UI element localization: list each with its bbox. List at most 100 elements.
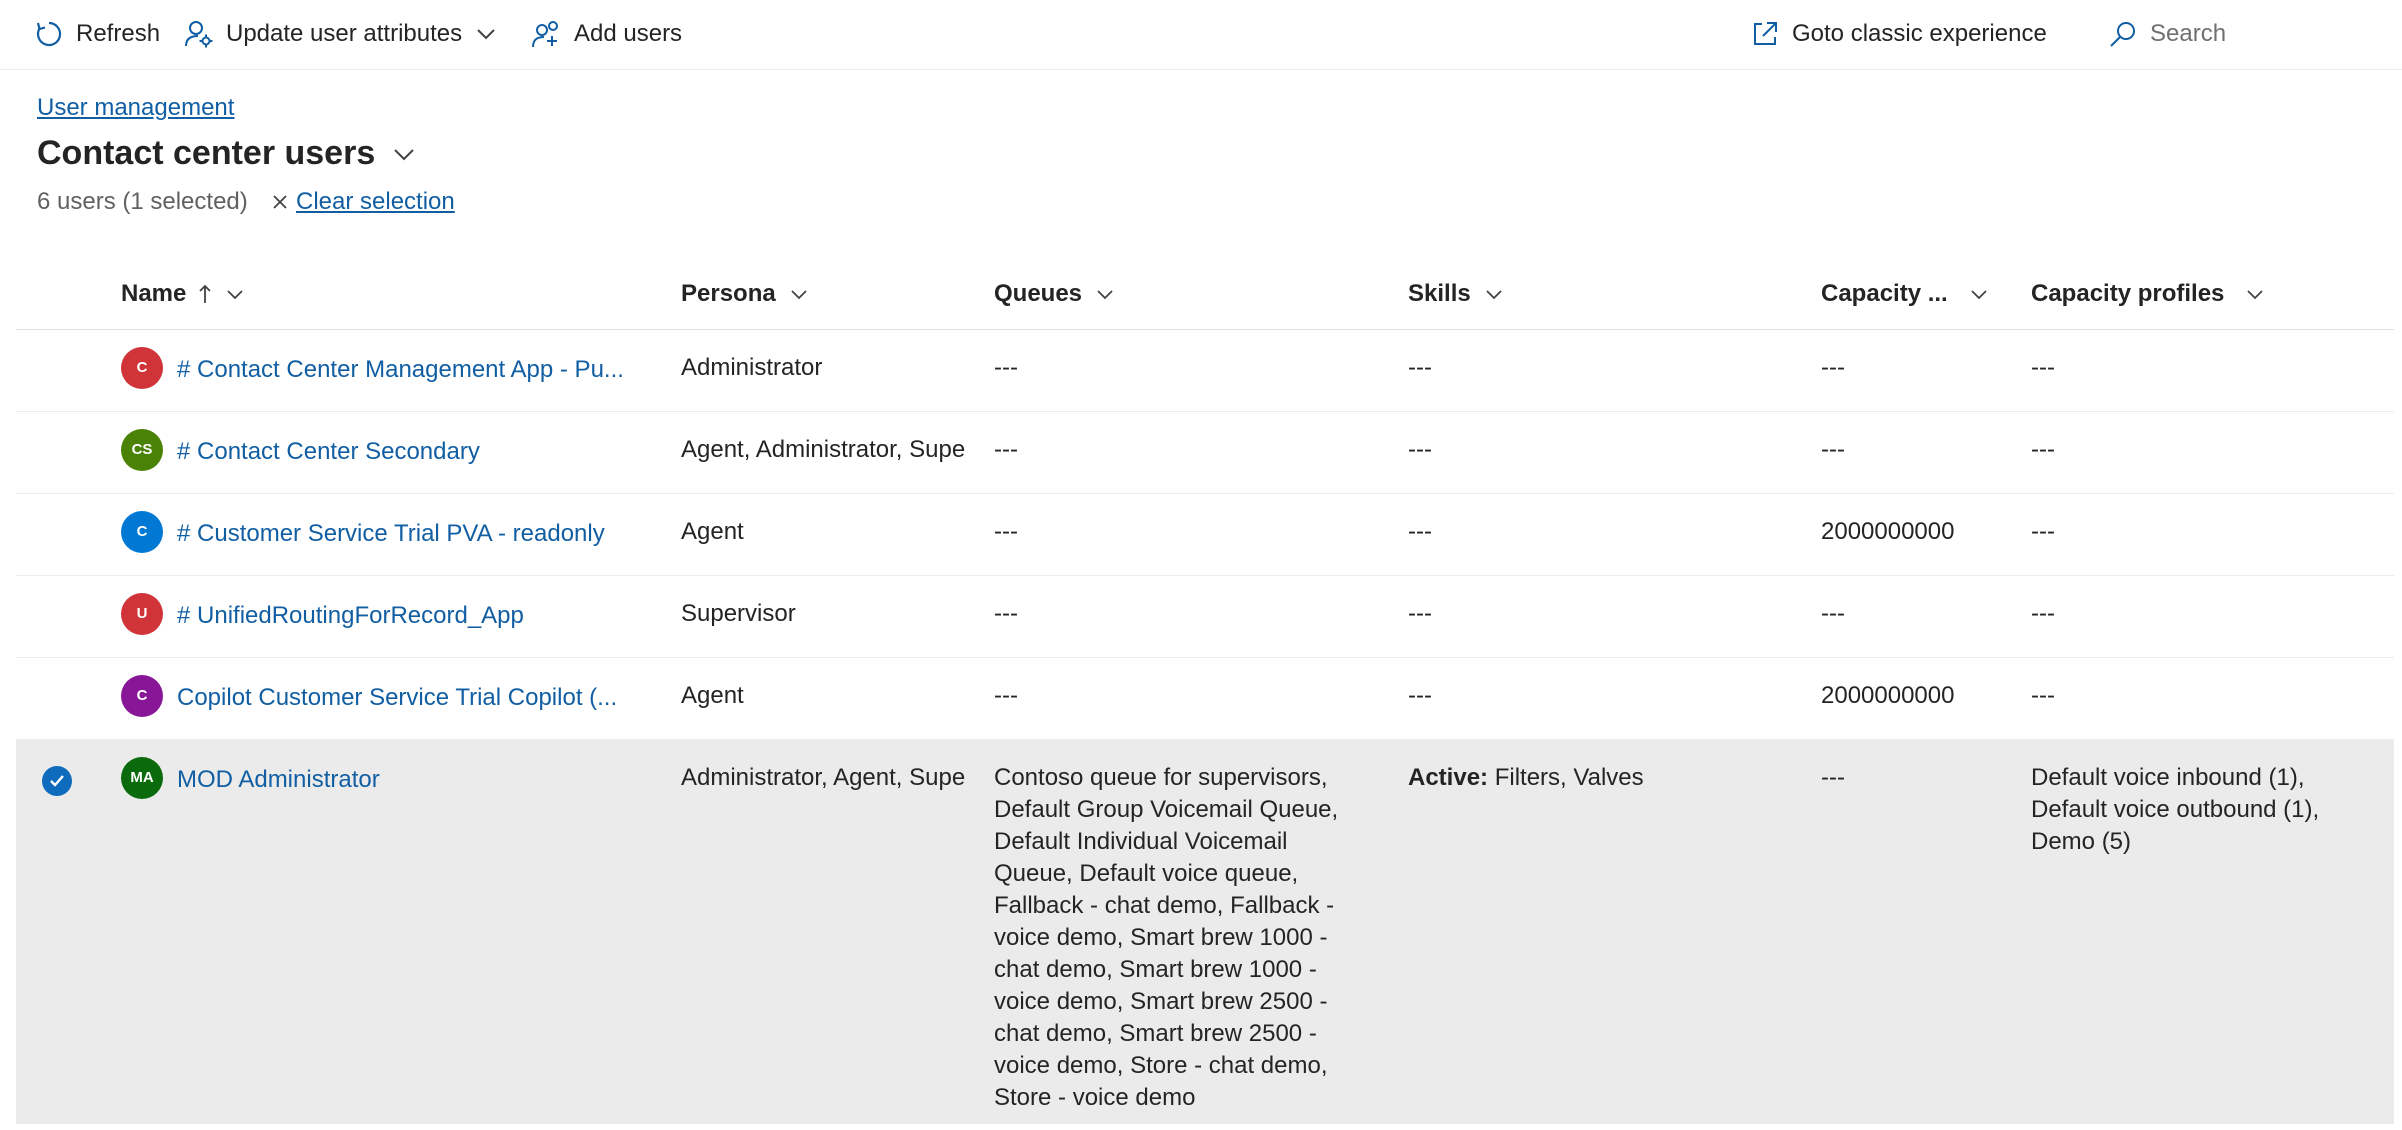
skills-cell: --- <box>1408 682 1432 709</box>
capacity-profiles-cell: --- <box>2031 600 2055 627</box>
update-user-attributes-label: Update user attributes <box>226 20 463 47</box>
grid-header: Name Persona Queues Skills Capacity ... … <box>16 256 2394 330</box>
skills-cell: --- <box>1408 436 1432 463</box>
persona-cell: Supervisor <box>681 600 796 627</box>
column-header-skills[interactable]: Skills <box>1408 274 1503 314</box>
users-grid: Name Persona Queues Skills Capacity ... … <box>16 256 2394 1124</box>
refresh-label: Refresh <box>76 20 161 47</box>
skills-cell: --- <box>1408 354 1432 381</box>
goto-classic-button[interactable]: Goto classic experience <box>1750 14 2047 54</box>
capacity-cell: --- <box>1821 600 1845 627</box>
skills-cell: --- <box>1408 600 1432 627</box>
search-icon <box>2110 22 2135 47</box>
capacity-cell: 2000000000 <box>1821 682 1955 709</box>
capacity-profiles-cell: --- <box>2031 518 2055 545</box>
user-name-link[interactable]: # UnifiedRoutingForRecord_App <box>177 600 524 632</box>
skills-cell: Active: Filters, Valves <box>1408 762 1644 794</box>
avatar: C <box>121 347 163 389</box>
update-user-attributes-button[interactable]: Update user attributes <box>184 14 496 54</box>
user-name-link[interactable]: # Contact Center Secondary <box>177 436 480 468</box>
capacity-cell: --- <box>1821 354 1845 381</box>
capacity-profiles-cell: --- <box>2031 436 2055 463</box>
table-row[interactable]: CS # Contact Center Secondary Agent, Adm… <box>16 412 2394 494</box>
table-row[interactable]: C # Contact Center Management App - Pu..… <box>16 330 2394 412</box>
queues-cell: --- <box>994 600 1018 627</box>
close-icon <box>273 195 287 209</box>
queues-cell: Contoso queue for supervisors, Default G… <box>994 764 1339 1111</box>
chevron-down-icon <box>477 29 495 40</box>
name-cell: C # Contact Center Management App - Pu..… <box>121 347 624 389</box>
add-users-button[interactable]: Add users <box>532 14 682 54</box>
row-selected-checkbox[interactable] <box>42 766 72 796</box>
persona-cell: Administrator <box>681 354 823 381</box>
add-users-label: Add users <box>574 20 683 47</box>
skills-list: Filters, Valves <box>1494 764 1644 791</box>
sort-ascending-icon <box>199 284 212 303</box>
capacity-profiles-cell: --- <box>2031 354 2055 381</box>
chevron-down-icon <box>1097 290 1113 300</box>
column-queues-label: Queues <box>994 280 1083 307</box>
capacity-profiles-cell: Default voice inbound (1), Default voice… <box>2031 764 2320 855</box>
avatar: MA <box>121 757 163 799</box>
table-row-selected[interactable]: MA MOD Administrator Administrator, Agen… <box>16 740 2394 1124</box>
chevron-down-icon <box>1486 290 1502 300</box>
persona-cell: Agent <box>681 518 744 545</box>
table-row[interactable]: C Copilot Customer Service Trial Copilot… <box>16 658 2394 740</box>
persona-cell: Agent <box>681 682 744 709</box>
user-name-link[interactable]: MOD Administrator <box>177 764 380 796</box>
queues-cell: --- <box>994 436 1018 463</box>
chevron-down-icon <box>227 290 244 300</box>
clear-selection-button[interactable]: Clear selection <box>272 188 455 216</box>
avatar: C <box>121 511 163 553</box>
column-persona-label: Persona <box>681 280 776 307</box>
name-cell: MA MOD Administrator <box>121 757 380 799</box>
breadcrumb-user-management[interactable]: User management <box>37 94 234 122</box>
column-header-name[interactable]: Name <box>121 274 244 314</box>
queues-cell: --- <box>994 518 1018 545</box>
refresh-button[interactable]: Refresh <box>34 14 160 54</box>
capacity-profiles-cell: --- <box>2031 682 2055 709</box>
queues-cell: --- <box>994 354 1018 381</box>
avatar: CS <box>121 429 163 471</box>
page-title-text: Contact center users <box>37 134 376 172</box>
column-header-capacity-profiles[interactable]: Capacity profiles <box>2031 274 2264 314</box>
add-users-icon <box>532 21 558 48</box>
user-name-link[interactable]: # Customer Service Trial PVA - readonly <box>177 518 605 550</box>
capacity-cell: --- <box>1821 436 1845 463</box>
column-header-capacity[interactable]: Capacity ... <box>1821 274 1988 314</box>
column-header-queues[interactable]: Queues <box>994 274 1114 314</box>
table-row[interactable]: C # Customer Service Trial PVA - readonl… <box>16 494 2394 576</box>
skills-status-label: Active: <box>1408 764 1495 791</box>
chevron-down-icon <box>1971 290 1987 300</box>
name-cell: C Copilot Customer Service Trial Copilot… <box>121 675 617 717</box>
chevron-down-icon <box>791 290 807 300</box>
column-header-persona[interactable]: Persona <box>681 274 808 314</box>
persona-cell: Administrator, Agent, Supe <box>681 764 966 791</box>
table-row[interactable]: U # UnifiedRoutingForRecord_App Supervis… <box>16 576 2394 658</box>
column-skills-label: Skills <box>1408 280 1471 307</box>
user-name-link[interactable]: Copilot Customer Service Trial Copilot (… <box>177 682 617 714</box>
column-capacity-profiles-label: Capacity profiles <box>2031 280 2225 307</box>
page-title: Contact center users <box>37 134 415 173</box>
column-name-label: Name <box>121 280 187 307</box>
search-input[interactable]: Search <box>2108 14 2226 54</box>
clear-selection-label: Clear selection <box>296 188 455 215</box>
checkmark-icon <box>50 775 64 787</box>
user-name-link[interactable]: # Contact Center Management App - Pu... <box>177 354 624 386</box>
selection-status: 6 users (1 selected) <box>37 188 248 215</box>
refresh-icon <box>36 21 62 47</box>
user-settings-icon <box>185 21 213 48</box>
capacity-cell: --- <box>1821 764 1845 791</box>
persona-cell: Agent, Administrator, Supe <box>681 436 966 463</box>
name-cell: C # Customer Service Trial PVA - readonl… <box>121 511 605 553</box>
view-selector-chevron-icon[interactable] <box>393 147 415 161</box>
chevron-down-icon <box>2247 290 2264 300</box>
goto-classic-label: Goto classic experience <box>1792 20 2047 47</box>
open-external-icon <box>1754 22 1777 45</box>
column-capacity-label: Capacity ... <box>1821 280 1948 307</box>
command-bar: Refresh Update user attributes Add users… <box>0 0 2402 70</box>
skills-cell: --- <box>1408 518 1432 545</box>
name-cell: U # UnifiedRoutingForRecord_App <box>121 593 524 635</box>
capacity-cell: 2000000000 <box>1821 518 1955 545</box>
avatar: C <box>121 675 163 717</box>
